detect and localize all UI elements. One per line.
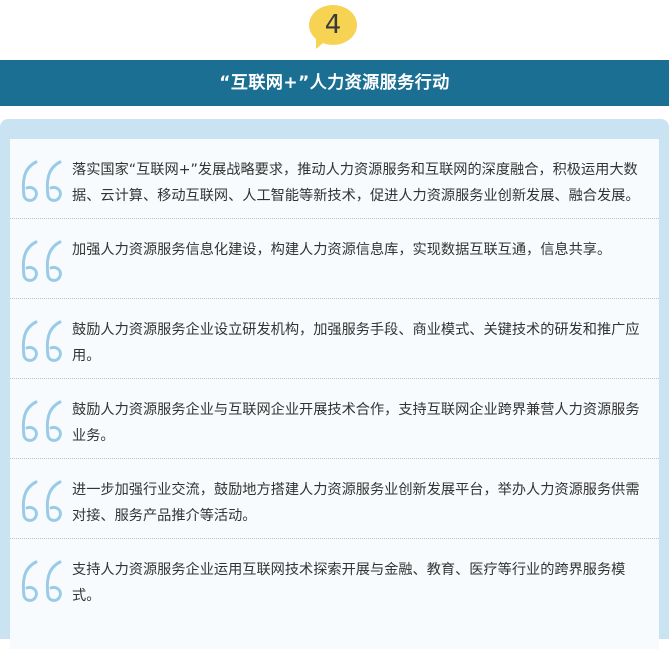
section-title: “互联网+”人力资源服务行动 [219,73,450,93]
section-title-bar: “互联网+”人力资源服务行动 [0,60,669,106]
content-card: 落实国家“互联网+”发展战略要求，推动人力资源服务和互联网的深度融合，积极运用大… [10,139,659,649]
list-item: 落实国家“互联网+”发展战略要求，推动人力资源服务和互联网的深度融合，积极运用大… [10,139,659,219]
item-text: 落实国家“互联网+”发展战略要求，推动人力资源服务和互联网的深度融合，积极运用大… [72,162,640,204]
open-quote-icon [21,560,62,602]
open-quote-icon [21,480,62,522]
open-quote-icon [21,160,62,202]
list-item: 支持人力资源服务企业运用互联网技术探索开展与金融、教育、医疗等行业的跨界服务模式… [10,539,659,619]
item-text: 支持人力资源服务企业运用互联网技术探索开展与金融、教育、医疗等行业的跨界服务模式… [72,562,626,604]
list-item: 鼓励人力资源服务企业与互联网企业开展技术合作，支持互联网企业跨界兼营人力资源服务… [10,379,659,459]
item-text: 加强人力资源服务信息化建设，构建人力资源信息库，实现数据互联互通，信息共享。 [72,242,612,258]
list-item: 鼓励人力资源服务企业设立研发机构，加强服务手段、商业模式、关键技术的研发和推广应… [10,299,659,379]
list-item: 加强人力资源服务信息化建设，构建人力资源信息库，实现数据互联互通，信息共享。 [10,219,659,299]
badge-number: 4 [309,5,357,45]
item-text: 鼓励人力资源服务企业设立研发机构，加强服务手段、商业模式、关键技术的研发和推广应… [72,322,640,364]
section-number-badge: 4 [0,0,669,60]
open-quote-icon [21,400,62,442]
list-item: 进一步加强行业交流，鼓励地方搭建人力资源服务业创新发展平台，举办人力资源服务供需… [10,459,659,539]
item-text: 鼓励人力资源服务企业与互联网企业开展技术合作，支持互联网企业跨界兼营人力资源服务… [72,402,640,444]
item-text: 进一步加强行业交流，鼓励地方搭建人力资源服务业创新发展平台，举办人力资源服务供需… [72,482,640,524]
open-quote-icon [21,240,62,282]
content-panel: 落实国家“互联网+”发展战略要求，推动人力资源服务和互联网的深度融合，积极运用大… [0,119,669,649]
open-quote-icon [21,320,62,362]
